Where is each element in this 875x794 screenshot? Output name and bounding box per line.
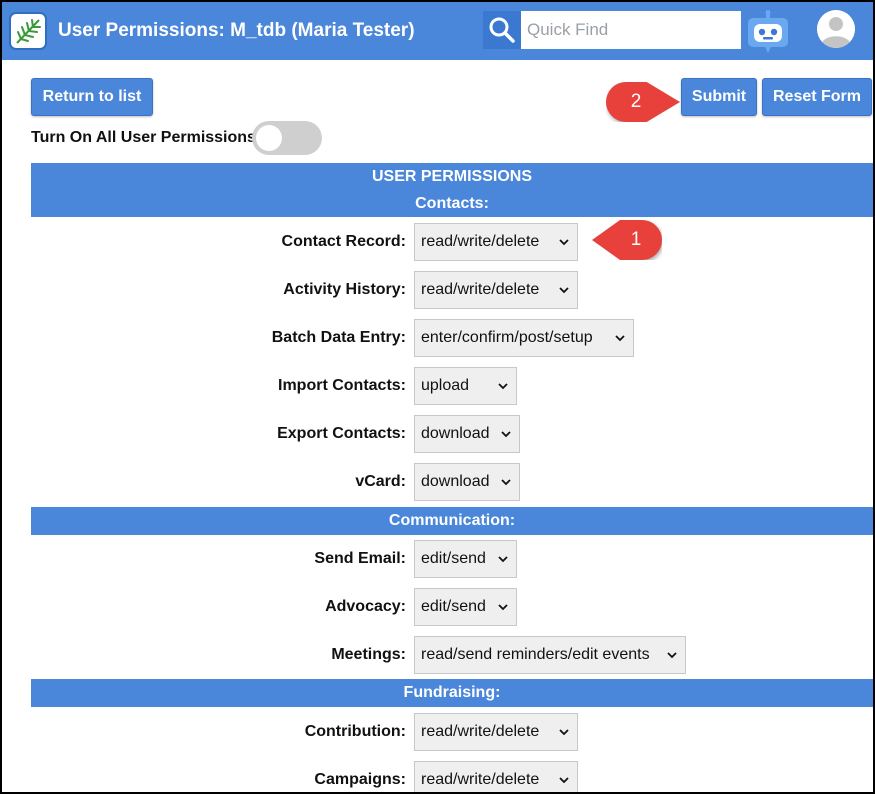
select-meetings[interactable]: read/send reminders/edit events [414,636,686,674]
select-value: read/write/delete [421,771,540,788]
toggle-all-permissions-label: Turn On All User Permissions [31,129,256,146]
app-window: User Permissions: M_tdb (Maria Tester) Q… [2,2,873,792]
label-campaigns: Campaigns: [314,771,406,788]
select-send-email[interactable]: edit/send [414,540,517,578]
section-header-communication: Communication: [31,507,873,535]
chevron-down-icon [498,604,508,611]
chevron-down-icon [498,556,508,563]
top-header: User Permissions: M_tdb (Maria Tester) [2,2,873,60]
section-header-fundraising: Fundraising: [31,679,873,707]
select-contribution[interactable]: read/write/delete [414,713,578,751]
select-value: edit/send [421,598,486,615]
select-value: download [421,473,490,490]
return-to-list-button[interactable]: Return to list [31,78,153,116]
chevron-down-icon [498,383,508,390]
reset-form-button[interactable]: Reset Form [762,78,872,116]
label-activity-history: Activity History: [283,281,406,298]
chevron-down-icon [559,239,569,246]
toggle-knob [256,125,282,151]
select-value: enter/confirm/post/setup [421,329,593,346]
select-contact-record[interactable]: read/write/delete [414,223,578,261]
page-title: User Permissions: M_tdb (Maria Tester) [58,20,415,41]
section-title-user-permissions: USER PERMISSIONS [31,163,873,191]
chevron-down-icon [559,729,569,736]
chatbot-robot-icon[interactable] [747,10,789,54]
select-value: upload [421,377,470,394]
select-value: edit/send [421,550,486,567]
chevron-down-icon [501,431,511,438]
chevron-down-icon [559,287,569,294]
select-value: read/write/delete [421,281,540,298]
select-campaigns[interactable]: read/write/delete [414,761,578,792]
select-value: read/write/delete [421,233,540,250]
label-advocacy: Advocacy: [325,598,406,615]
label-export-contacts: Export Contacts: [277,425,406,442]
select-batch-data-entry[interactable]: enter/confirm/post/setup [414,319,634,357]
select-value: read/send reminders/edit events [421,646,650,663]
label-contribution: Contribution: [304,723,406,740]
label-meetings: Meetings: [331,646,406,663]
label-batch-data-entry: Batch Data Entry: [271,329,406,346]
callout-number: 2 [630,91,642,112]
label-send-email: Send Email: [314,550,406,567]
toggle-all-permissions-switch[interactable] [252,121,322,155]
label-import-contacts: Import Contacts: [278,377,406,394]
section-header-contacts: Contacts: [31,191,873,217]
select-import-contacts[interactable]: upload [414,367,517,405]
quick-find-input[interactable] [521,11,741,49]
select-advocacy[interactable]: edit/send [414,588,517,626]
search-icon[interactable] [483,11,521,49]
select-activity-history[interactable]: read/write/delete [414,271,578,309]
submit-button[interactable]: Submit [681,78,757,116]
app-logo-icon[interactable] [9,12,47,50]
chevron-down-icon [559,777,569,784]
label-contact-record: Contact Record: [281,233,406,250]
chevron-down-icon [501,479,511,486]
label-vcard: vCard: [355,473,406,490]
callout-number: 1 [630,229,642,250]
chevron-down-icon [615,335,625,342]
select-value: read/write/delete [421,723,540,740]
callout-badge-2: 2 [606,82,680,122]
select-value: download [421,425,490,442]
callout-badge-1: 1 [592,220,662,260]
user-avatar-icon[interactable] [817,10,855,48]
select-vcard[interactable]: download [414,463,520,501]
select-export-contacts[interactable]: download [414,415,520,453]
chevron-down-icon [667,652,677,659]
